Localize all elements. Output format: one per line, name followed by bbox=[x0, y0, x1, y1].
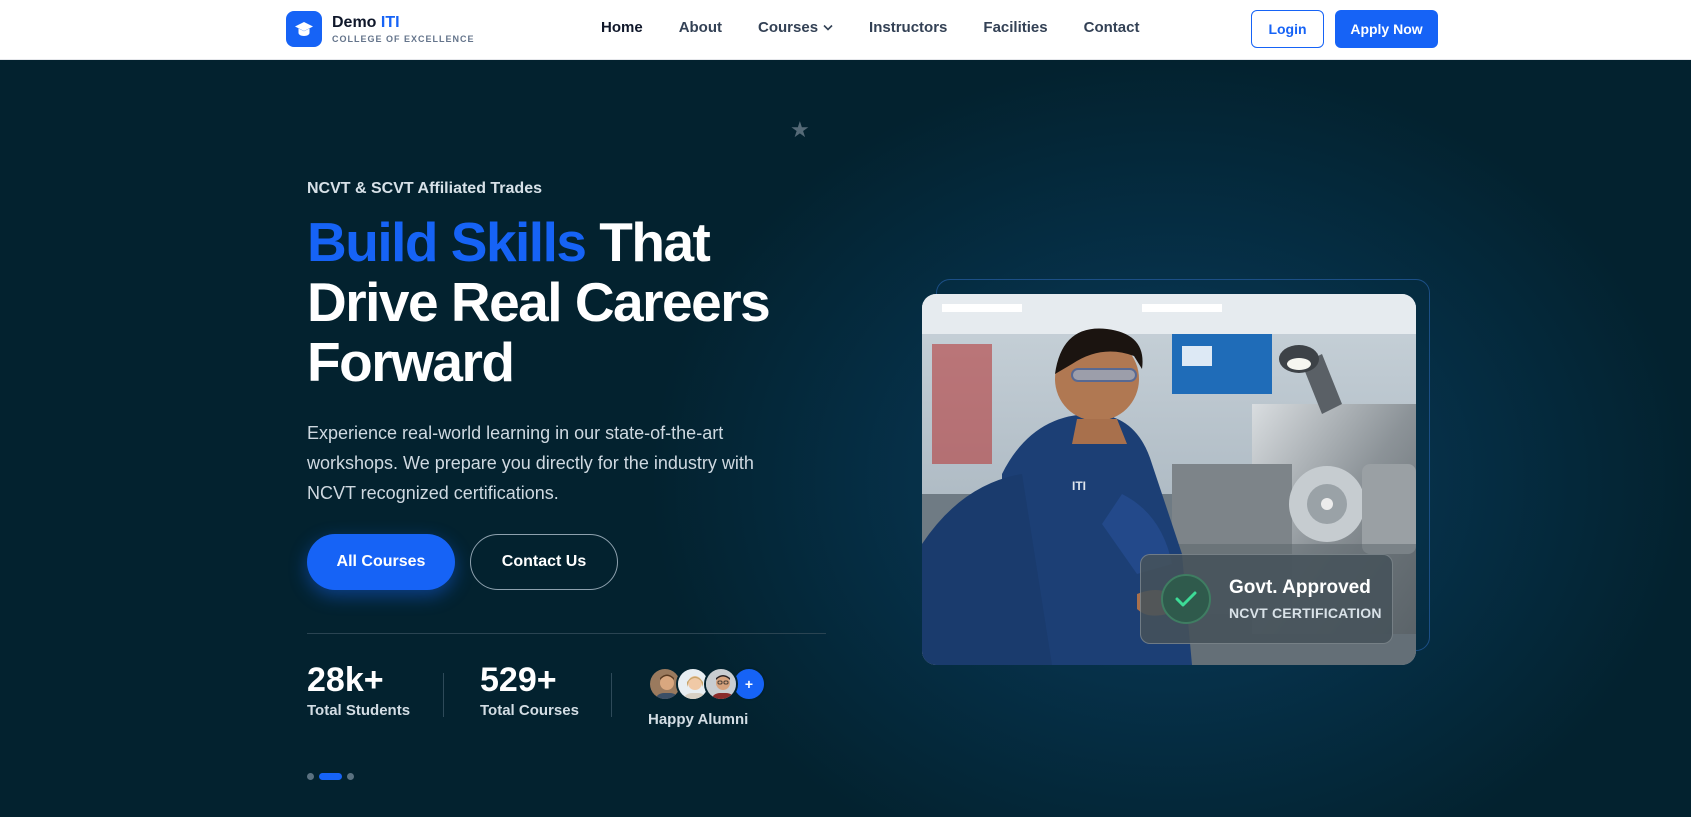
stat-total-courses: 529+ Total Courses bbox=[480, 662, 579, 719]
brand-name: Demo ITI bbox=[332, 14, 475, 32]
slide-dot[interactable] bbox=[307, 773, 314, 780]
login-button[interactable]: Login bbox=[1251, 10, 1324, 48]
hero-headline: Build Skills That Drive Real Careers For… bbox=[307, 212, 827, 392]
check-icon bbox=[1161, 574, 1211, 624]
hero-eyebrow: NCVT & SCVT Affiliated Trades bbox=[307, 180, 542, 197]
brand-logo[interactable]: Demo ITI COLLEGE OF EXCELLENCE bbox=[286, 11, 475, 47]
badge-subtitle: NCVT CERTIFICATION bbox=[1229, 605, 1382, 621]
hero-description: Experience real-world learning in our st… bbox=[307, 423, 754, 503]
headline-highlight: Build Skills bbox=[307, 211, 587, 273]
svg-text:ITI: ITI bbox=[1072, 479, 1086, 493]
apply-now-button[interactable]: Apply Now bbox=[1335, 10, 1438, 48]
stat-separator bbox=[443, 673, 444, 717]
star-icon: ★ bbox=[790, 117, 810, 142]
graduation-cap-icon bbox=[286, 11, 322, 47]
nav-item-about[interactable]: About bbox=[679, 19, 722, 36]
nav-item-label: Contact bbox=[1083, 19, 1140, 36]
avatar bbox=[704, 667, 738, 701]
nav-item-label: About bbox=[678, 19, 723, 36]
main-nav: Home About Courses Instructors Facilitie… bbox=[601, 19, 1175, 36]
alumni-avatars: + bbox=[648, 667, 766, 701]
chevron-down-icon bbox=[823, 24, 833, 31]
slide-dot-active[interactable] bbox=[319, 773, 342, 780]
stat-total-students: 28k+ Total Students bbox=[307, 662, 410, 719]
brand-tagline: COLLEGE OF EXCELLENCE bbox=[332, 34, 475, 44]
nav-item-label: Facilities bbox=[983, 19, 1048, 36]
nav-item-facilities[interactable]: Facilities bbox=[983, 19, 1047, 36]
nav-item-home[interactable]: Home bbox=[601, 19, 643, 36]
stats-divider bbox=[307, 633, 826, 634]
slide-dot[interactable] bbox=[347, 773, 354, 780]
govt-approved-badge: Govt. Approved NCVT CERTIFICATION bbox=[1140, 554, 1393, 644]
alumni-label: Happy Alumni bbox=[648, 711, 749, 728]
nav-item-instructors[interactable]: Instructors bbox=[869, 19, 947, 36]
nav-item-label: Instructors bbox=[869, 19, 948, 36]
top-navbar: Demo ITI COLLEGE OF EXCELLENCE Home Abou… bbox=[0, 0, 1691, 60]
nav-item-label: Courses bbox=[758, 19, 819, 36]
brand-name-primary: Demo bbox=[332, 14, 377, 31]
stat-separator bbox=[611, 673, 612, 717]
contact-us-button[interactable]: Contact Us bbox=[470, 534, 618, 590]
slider-dots bbox=[307, 773, 354, 780]
brand-name-accent: ITI bbox=[380, 14, 400, 31]
nav-item-label: Home bbox=[601, 19, 643, 36]
hero-section: ★ NCVT & SCVT Affiliated Trades Build Sk… bbox=[0, 60, 1691, 817]
stat-value: 28k+ bbox=[307, 661, 384, 699]
stat-label: Total Courses bbox=[480, 702, 579, 719]
stat-label: Total Students bbox=[307, 702, 411, 719]
all-courses-button[interactable]: All Courses bbox=[307, 534, 455, 590]
stat-value: 529+ bbox=[480, 661, 557, 699]
nav-item-contact[interactable]: Contact bbox=[1084, 19, 1140, 36]
nav-item-courses[interactable]: Courses bbox=[758, 19, 833, 36]
badge-title: Govt. Approved bbox=[1229, 577, 1371, 598]
